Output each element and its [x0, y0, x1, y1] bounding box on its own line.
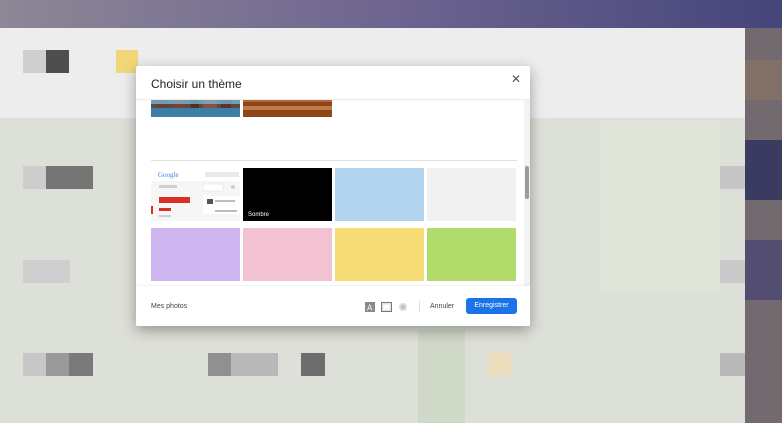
dialog-title: Choisir un thème: [151, 77, 242, 91]
svg-text:A: A: [367, 304, 373, 313]
theme-tile-light-gray[interactable]: [427, 168, 516, 221]
theme-tile-yellow[interactable]: [335, 228, 424, 281]
desert-photo: [243, 100, 332, 117]
scrollbar-thumb[interactable]: [525, 166, 529, 199]
theme-tile-landscape-city[interactable]: [151, 100, 240, 117]
section-divider: [151, 160, 517, 161]
theme-dialog: Choisir un thème ✕ Google Sombre Mes pho…: [136, 66, 530, 326]
vertical-scrollbar[interactable]: [524, 100, 530, 286]
classic-preview: Google: [151, 168, 240, 221]
city-photo: [151, 100, 240, 117]
theme-grid: Google Sombre: [136, 100, 523, 286]
theme-tile-green[interactable]: [427, 228, 516, 281]
theme-tile-landscape-desert[interactable]: [243, 100, 332, 117]
svg-text:Google: Google: [158, 171, 179, 179]
close-icon[interactable]: ✕: [509, 72, 523, 86]
blur-icon[interactable]: [398, 302, 408, 312]
save-button[interactable]: Enregistrer: [466, 298, 517, 314]
theme-tile-light-blue[interactable]: [335, 168, 424, 221]
theme-tile-pink[interactable]: [243, 228, 332, 281]
text-background-icon[interactable]: A: [365, 302, 375, 312]
theme-tile-classic[interactable]: Google: [151, 168, 240, 221]
theme-tile-dark[interactable]: Sombre: [243, 168, 332, 221]
footer-separator: [419, 301, 420, 312]
vignette-icon[interactable]: [381, 302, 392, 312]
theme-tile-lavender[interactable]: [151, 228, 240, 281]
cancel-button[interactable]: Annuler: [430, 303, 454, 310]
dialog-footer: Mes photos A Annuler Enregistrer: [136, 286, 530, 326]
my-photos-link[interactable]: Mes photos: [151, 303, 187, 310]
theme-label-dark: Sombre: [248, 212, 270, 218]
